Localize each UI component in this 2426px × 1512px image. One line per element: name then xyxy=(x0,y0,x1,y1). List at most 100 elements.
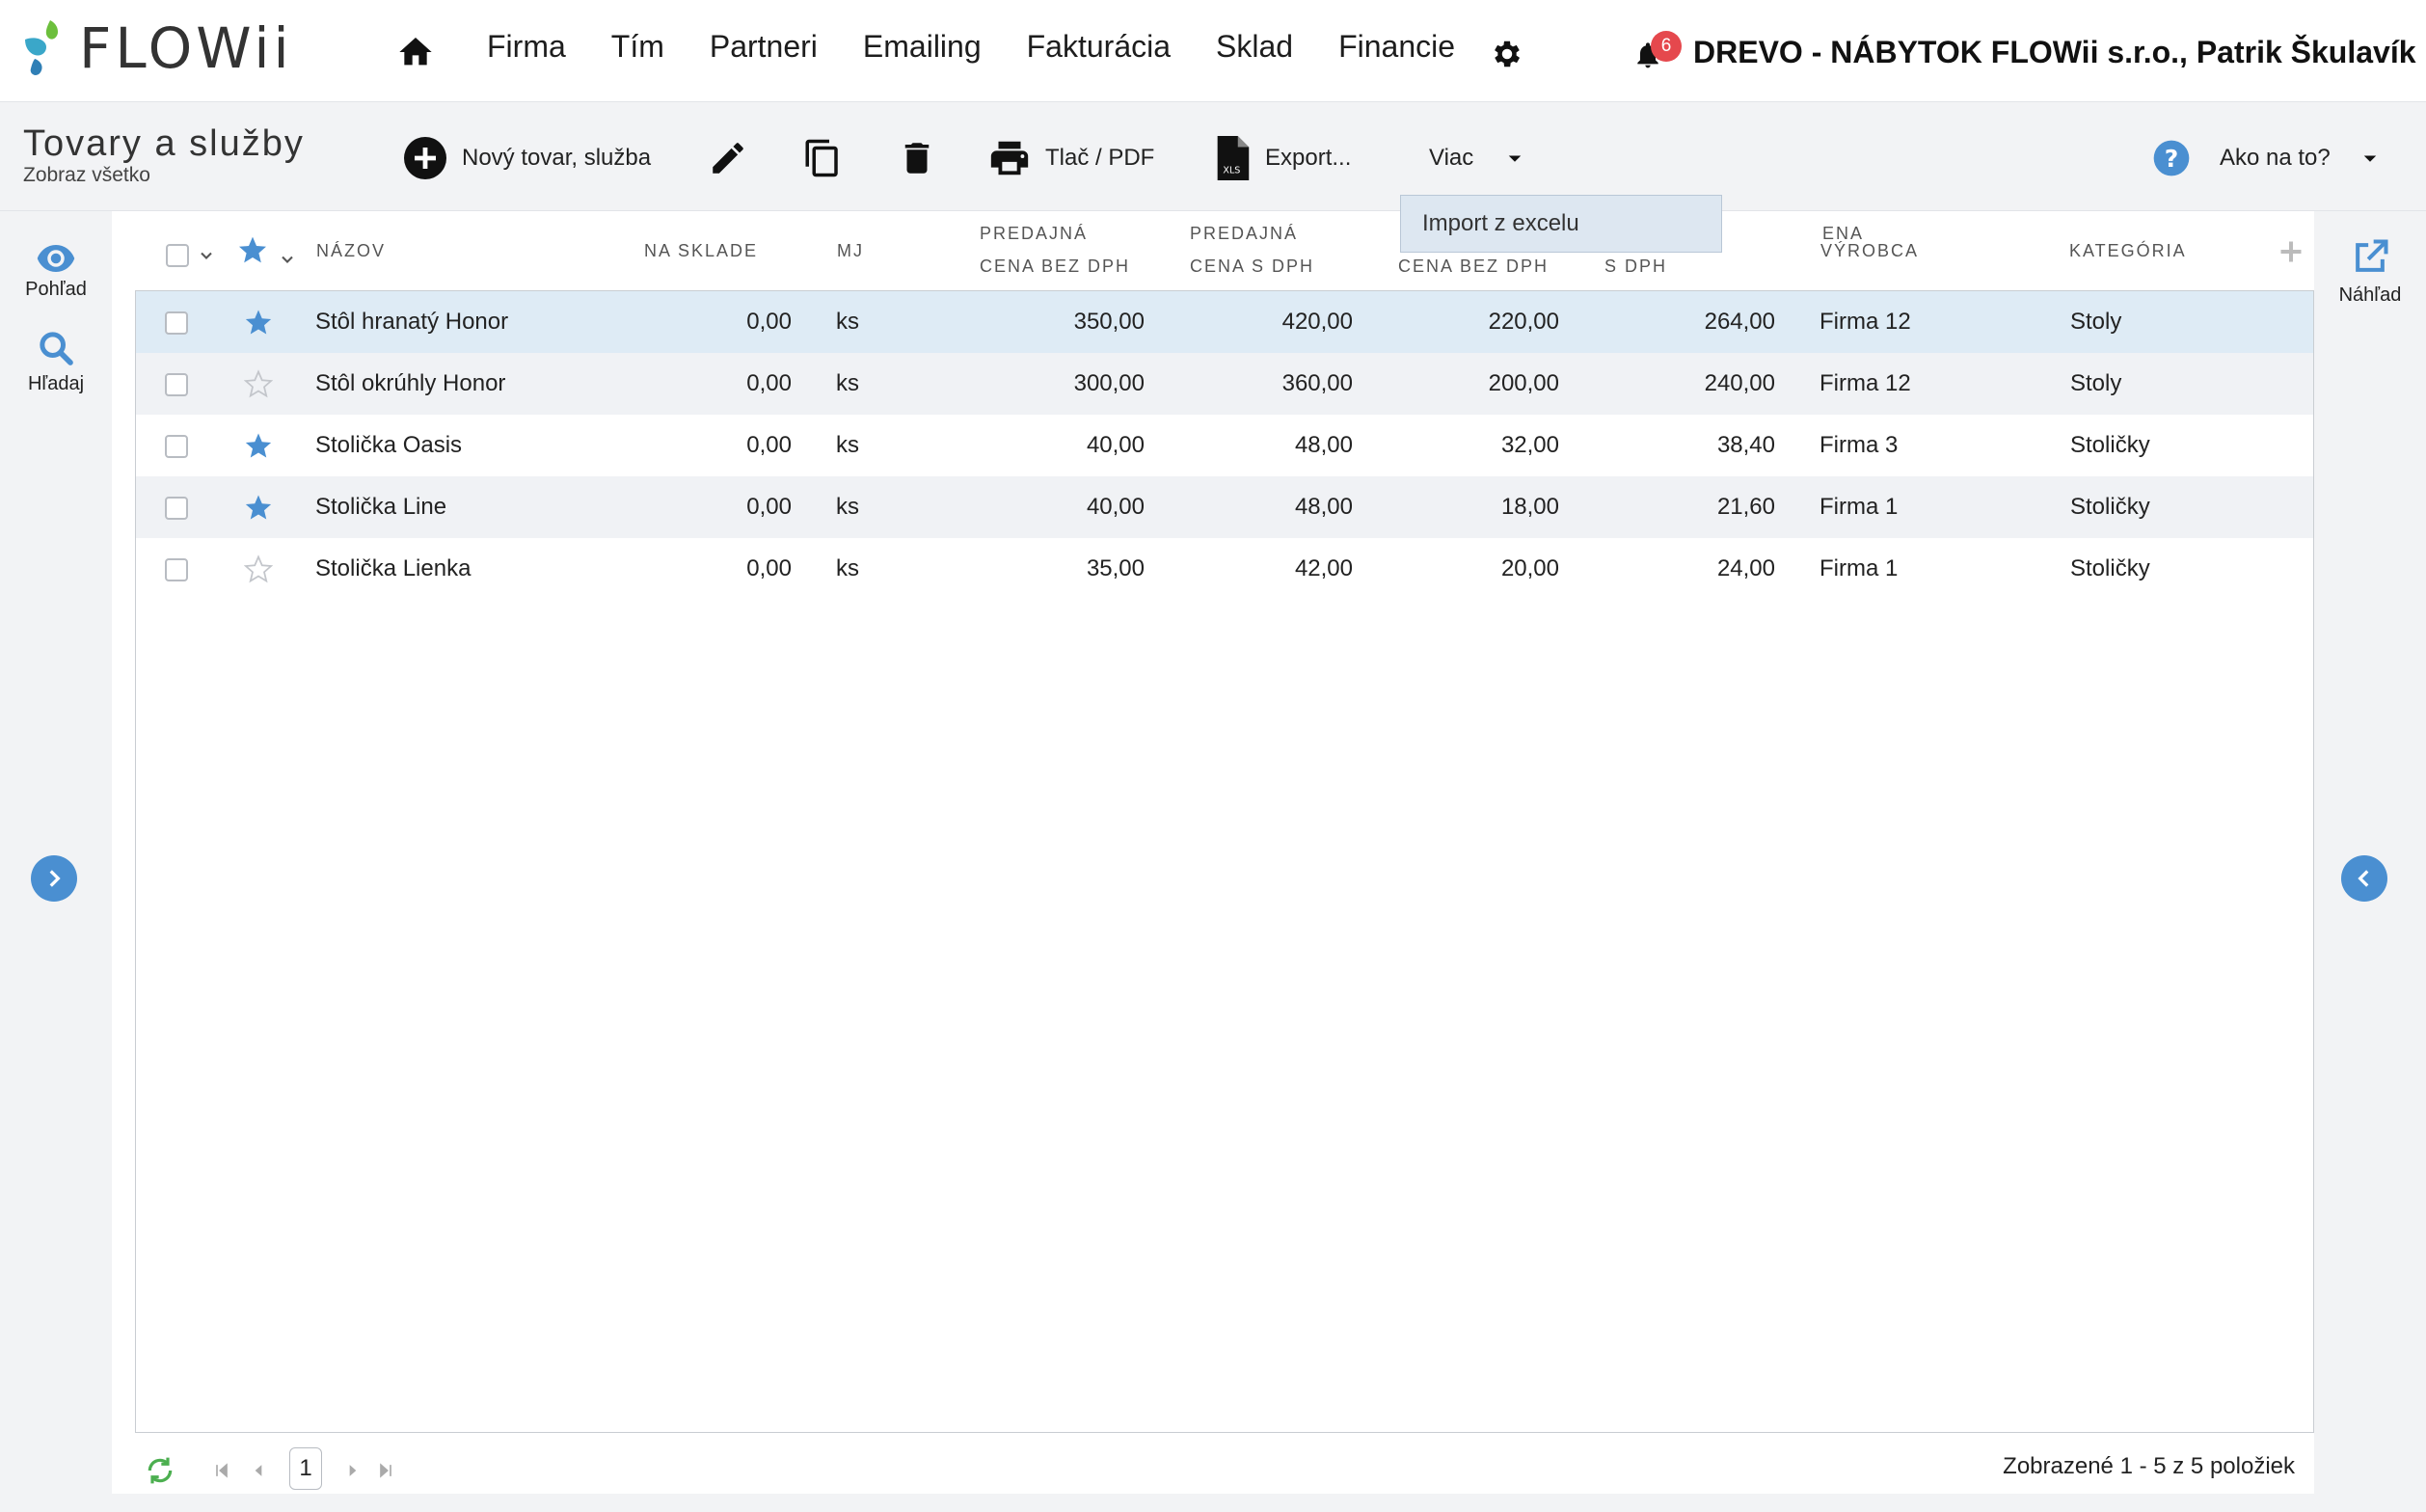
flowii-logo[interactable]: FLOWii xyxy=(21,15,293,81)
page-subtitle[interactable]: Zobraz všetko xyxy=(23,164,150,187)
view-button[interactable]: Pohľad xyxy=(0,244,112,301)
cell-maker: Firma 12 xyxy=(1820,309,1911,335)
plus-circle-icon xyxy=(404,137,446,179)
star-filled-icon[interactable] xyxy=(244,431,273,460)
eye-icon xyxy=(37,245,75,272)
cell-name: Stôl hranatý Honor xyxy=(315,309,509,335)
row-checkbox[interactable] xyxy=(165,373,188,396)
nav-item-firma[interactable]: Firma xyxy=(487,29,566,65)
cell-name: Stolička Line xyxy=(315,494,447,520)
cell-buy-net: 20,00 xyxy=(1500,555,1559,581)
products-grid-panel: NÁZOV NA SKLADE MJ PREDAJNÁ CENA BEZ DPH… xyxy=(112,211,2314,1494)
company-user-label[interactable]: DREVO - NÁBYTOK FLOWii s.r.o., Patrik Šk… xyxy=(1693,35,2416,70)
star-filled-icon[interactable] xyxy=(244,493,273,522)
col-sell-net-line2: CENA BEZ DPH xyxy=(980,256,1131,276)
cell-unit: ks xyxy=(836,370,859,396)
new-item-button[interactable]: Nový tovar, služba xyxy=(402,131,651,185)
col-sell-gross-line1: PREDAJNÁ xyxy=(1190,224,1299,243)
nav-item-partneri[interactable]: Partneri xyxy=(710,29,818,65)
cell-sell-net: 350,00 xyxy=(1073,309,1145,335)
main-menu: Firma Tím Partneri Emailing Fakturácia S… xyxy=(487,29,1500,65)
menu-item-import-excel[interactable]: Import z excelu xyxy=(1422,210,1579,237)
collapse-right-panel-button[interactable] xyxy=(2341,855,2387,902)
cell-name: Stolička Oasis xyxy=(315,432,463,458)
expand-left-panel-button[interactable] xyxy=(31,855,77,902)
star-outline-icon[interactable] xyxy=(244,554,273,583)
cell-maker: Firma 1 xyxy=(1820,555,1899,581)
export-label: Export... xyxy=(1265,145,1352,171)
nav-item-financie[interactable]: Financie xyxy=(1338,29,1455,65)
table-row[interactable]: Stôl okrúhly Honor 0,00 ks 300,00 360,00… xyxy=(136,353,2313,415)
print-pdf-button[interactable]: Tlač / PDF xyxy=(987,131,1154,185)
edit-button[interactable] xyxy=(708,131,748,185)
table-row[interactable]: Stôl hranatý Honor 0,00 ks 350,00 420,00… xyxy=(136,291,2313,353)
row-checkbox[interactable] xyxy=(165,311,188,335)
table-row[interactable]: Stolička Lienka 0,00 ks 35,00 42,00 20,0… xyxy=(136,538,2313,600)
cell-maker: Firma 12 xyxy=(1820,370,1911,396)
refresh-icon[interactable] xyxy=(145,1455,175,1486)
cell-sell-net: 40,00 xyxy=(1086,494,1145,520)
row-checkbox[interactable] xyxy=(165,558,188,581)
cell-stock: 0,00 xyxy=(746,555,792,581)
col-unit-header[interactable]: MJ xyxy=(837,234,864,267)
cell-buy-net: 200,00 xyxy=(1488,370,1559,396)
cell-unit: ks xyxy=(836,432,859,458)
help-circle-icon: ? xyxy=(2153,140,2190,176)
pagination-bar: 1 Zobrazené 1 - 5 z 5 položiek xyxy=(135,1445,2314,1494)
chevron-right-icon xyxy=(49,870,61,887)
pagination-summary: Zobrazené 1 - 5 z 5 položiek xyxy=(2003,1453,2295,1479)
nav-item-tim[interactable]: Tím xyxy=(611,29,664,65)
cell-name: Stolička Lienka xyxy=(315,555,472,581)
table-row[interactable]: Stolička Oasis 0,00 ks 40,00 48,00 32,00… xyxy=(136,415,2313,476)
cell-stock: 0,00 xyxy=(746,370,792,396)
chevron-down-icon[interactable] xyxy=(278,250,297,269)
first-page-icon[interactable] xyxy=(212,1461,231,1480)
new-item-label: Nový tovar, služba xyxy=(462,145,652,171)
home-icon[interactable] xyxy=(395,33,436,71)
current-page[interactable]: 1 xyxy=(289,1447,322,1490)
cell-category: Stoličky xyxy=(2070,555,2150,581)
chevron-down-icon[interactable] xyxy=(197,246,216,265)
external-link-icon xyxy=(2356,239,2388,272)
preview-button[interactable]: Náhľad xyxy=(2314,236,2426,307)
nav-item-sklad[interactable]: Sklad xyxy=(1216,29,1293,65)
cell-category: Stoly xyxy=(2070,370,2122,396)
col-sell-net-header[interactable]: PREDAJNÁ CENA BEZ DPH xyxy=(980,217,1130,283)
next-page-icon[interactable] xyxy=(343,1461,363,1480)
xls-file-icon: XLS xyxy=(1217,136,1250,180)
col-maker-header[interactable]: VÝROBCA xyxy=(1820,234,1919,267)
row-checkbox[interactable] xyxy=(165,435,188,458)
col-category-header[interactable]: KATEGÓRIA xyxy=(2069,234,2187,267)
search-button[interactable]: Hľadaj xyxy=(0,329,112,395)
help-label: Ako na to? xyxy=(2220,145,2331,171)
star-filter-icon[interactable] xyxy=(237,234,268,265)
cell-maker: Firma 3 xyxy=(1820,432,1899,458)
cell-category: Stoly xyxy=(2070,309,2122,335)
help-button[interactable]: ? Ako na to? xyxy=(2152,131,2385,185)
prev-page-icon[interactable] xyxy=(249,1461,268,1480)
nav-item-fakturacia[interactable]: Fakturácia xyxy=(1027,29,1171,65)
top-navigation: FLOWii Firma Tím Partneri Emailing Faktu… xyxy=(0,0,2426,102)
star-outline-icon[interactable] xyxy=(244,369,273,398)
export-button[interactable]: XLS Export... xyxy=(1213,131,1351,185)
nav-item-emailing[interactable]: Emailing xyxy=(863,29,982,65)
select-all-checkbox[interactable] xyxy=(166,244,189,267)
table-header: NÁZOV NA SKLADE MJ PREDAJNÁ CENA BEZ DPH… xyxy=(135,211,2314,290)
col-stock-header[interactable]: NA SKLADE xyxy=(644,234,758,267)
last-page-icon[interactable] xyxy=(376,1461,395,1480)
col-sell-gross-header[interactable]: PREDAJNÁ CENA S DPH xyxy=(1190,217,1314,283)
duplicate-button[interactable] xyxy=(802,131,843,185)
star-filled-icon[interactable] xyxy=(244,308,273,337)
gear-icon[interactable] xyxy=(1490,37,1524,71)
right-rail: Náhľad xyxy=(2314,211,2426,1512)
col-name-header[interactable]: NÁZOV xyxy=(316,234,386,267)
cell-stock: 0,00 xyxy=(746,494,792,520)
add-column-icon[interactable] xyxy=(2278,238,2305,265)
cell-stock: 0,00 xyxy=(746,432,792,458)
table-row[interactable]: Stolička Line 0,00 ks 40,00 48,00 18,00 … xyxy=(136,476,2313,538)
row-checkbox[interactable] xyxy=(165,497,188,520)
cell-unit: ks xyxy=(836,309,859,335)
more-dropdown-button[interactable]: Viac xyxy=(1429,131,1529,185)
delete-button[interactable] xyxy=(897,131,937,185)
cell-sell-net: 300,00 xyxy=(1073,370,1145,396)
